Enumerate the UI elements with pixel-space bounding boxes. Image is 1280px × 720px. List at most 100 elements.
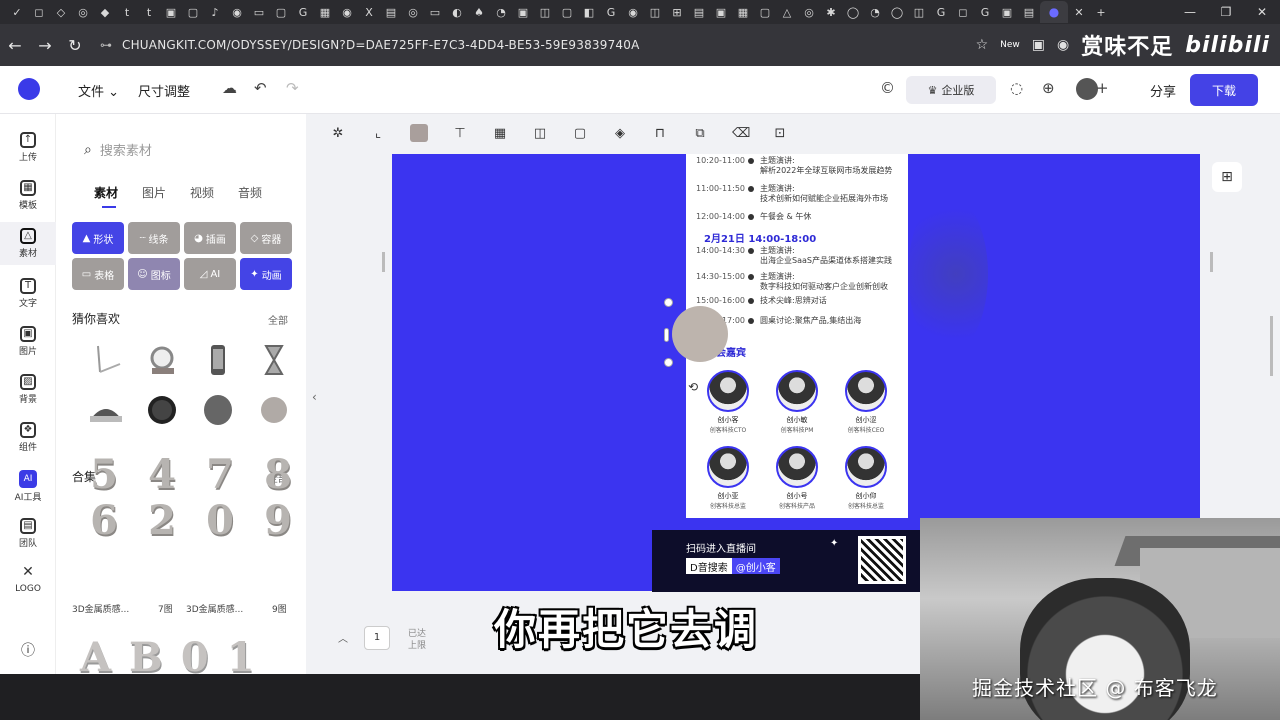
guest-card[interactable]: 创小亚 创客科技总监 (700, 446, 756, 510)
bookmark-star-icon[interactable]: ☆ (976, 37, 989, 53)
search-box[interactable]: ⌕ 搜索素材 (84, 140, 152, 160)
rail-item-logo[interactable]: ✕ LOGO (0, 565, 56, 594)
tab-favicon[interactable]: ◯ (842, 1, 864, 23)
thumb-item[interactable] (80, 336, 132, 384)
tab-favicon[interactable]: ◉ (226, 1, 248, 23)
resize-handle[interactable] (664, 328, 669, 342)
fill-color-swatch[interactable] (410, 124, 428, 142)
thumb-item[interactable] (192, 386, 244, 434)
tab-favicon[interactable]: ◯ (886, 1, 908, 23)
selected-circle-shape[interactable] (672, 306, 728, 362)
tab-favicon[interactable]: ◔ (864, 1, 886, 23)
profile-icon[interactable]: ◉ (1057, 37, 1069, 53)
tab-favicon[interactable]: G (600, 1, 622, 23)
resize-handle[interactable] (664, 298, 673, 307)
tab-favicon[interactable]: ◻ (952, 1, 974, 23)
user-avatar[interactable] (1076, 78, 1098, 100)
forward-icon[interactable]: → (30, 36, 60, 55)
tab-favicon[interactable]: ▣ (996, 1, 1018, 23)
tab-favicon[interactable]: ✓ (6, 1, 28, 23)
rail-item-background[interactable]: ▨ 背景 (0, 374, 56, 405)
tab-favicon[interactable]: ◎ (402, 1, 424, 23)
tab-favicon[interactable]: ◇ (50, 1, 72, 23)
page-number[interactable]: 1 (364, 626, 390, 650)
layer-icon[interactable]: ◈ (612, 126, 628, 141)
tab-images[interactable]: 图片 (142, 184, 166, 201)
tab-favicon[interactable]: G (930, 1, 952, 23)
minimize-icon[interactable]: — (1172, 5, 1208, 19)
tab-favicon[interactable]: ▢ (270, 1, 292, 23)
undo-icon[interactable]: ↶ (254, 79, 267, 97)
extension-icon[interactable]: New (1000, 40, 1020, 50)
tab-favicon[interactable]: ◻ (28, 1, 50, 23)
tab-favicon[interactable]: ▦ (314, 1, 336, 23)
tab-favicon[interactable]: △ (776, 1, 798, 23)
tab-favicon[interactable]: ▦ (732, 1, 754, 23)
rotate-handle-icon[interactable]: ⟲ (688, 380, 698, 394)
add-collaborator-icon[interactable]: + (1096, 79, 1109, 97)
tab-audio[interactable]: 音频 (238, 184, 262, 201)
category-icons[interactable]: ☺ 图标 (128, 258, 180, 290)
lock-icon[interactable]: ⊓ (652, 126, 668, 141)
active-tab[interactable]: ● (1040, 1, 1068, 23)
tab-favicon[interactable]: ▤ (688, 1, 710, 23)
site-info-icon[interactable]: ⊶ (100, 38, 112, 52)
guest-card[interactable]: 创小号 创客科技产品 (769, 446, 825, 510)
tab-favicon[interactable]: ◫ (644, 1, 666, 23)
thumb-item[interactable] (192, 336, 244, 384)
tab-favicon[interactable]: ⊞ (666, 1, 688, 23)
more-icon[interactable]: ⊡ (772, 126, 788, 141)
tab-materials[interactable]: 素材 (94, 184, 118, 208)
guess-more-link[interactable]: 全部 (268, 312, 288, 327)
new-tab-icon[interactable]: + (1090, 1, 1112, 23)
rail-item-components[interactable]: ❖ 组件 (0, 422, 56, 453)
tab-favicon[interactable]: t (138, 1, 160, 23)
add-page-button[interactable]: ⊞ (1212, 162, 1242, 192)
page-scrollbar[interactable] (1270, 316, 1273, 376)
close-tab-icon[interactable]: ✕ (1068, 1, 1090, 23)
tab-favicon[interactable]: ▭ (248, 1, 270, 23)
tab-favicon[interactable]: ▣ (512, 1, 534, 23)
thumb-item[interactable] (248, 386, 300, 434)
rail-item-ai-tools[interactable]: AI AI工具 (0, 470, 56, 503)
tab-favicon[interactable]: ▣ (160, 1, 182, 23)
app-logo-icon[interactable] (18, 78, 40, 100)
thumb-item[interactable] (80, 386, 132, 434)
rail-item-materials[interactable]: △ 素材 (0, 222, 56, 265)
resize-handle[interactable] (664, 358, 673, 367)
thumb-item[interactable] (136, 386, 188, 434)
feedback-icon[interactable]: ⊕ (1042, 79, 1055, 97)
rail-item-upload[interactable]: ↑ 上传 (0, 132, 56, 163)
tab-favicon[interactable]: ▢ (754, 1, 776, 23)
rail-item-text[interactable]: T 文字 (0, 278, 56, 309)
tab-favicon[interactable]: ◉ (336, 1, 358, 23)
crop-icon[interactable]: ⌞ (370, 126, 386, 141)
comment-icon[interactable]: ◌ (1010, 79, 1023, 97)
tab-favicon[interactable]: ▤ (380, 1, 402, 23)
download-button[interactable]: 下载 (1190, 74, 1258, 106)
category-illustration[interactable]: ◕ 插画 (184, 222, 236, 254)
tab-favicon[interactable]: ◧ (578, 1, 600, 23)
category-table[interactable]: ▭ 表格 (72, 258, 124, 290)
tab-favicon[interactable]: ◆ (94, 1, 116, 23)
tab-favicon[interactable]: G (292, 1, 314, 23)
resize-menu[interactable]: 尺寸调整 (138, 81, 190, 100)
close-window-icon[interactable]: ✕ (1244, 5, 1280, 19)
category-container[interactable]: ◇ 容器 (240, 222, 292, 254)
tab-favicon[interactable]: ✱ (820, 1, 842, 23)
transparency-icon[interactable]: ▦ (492, 126, 508, 141)
help-button[interactable]: ⓘ (0, 640, 56, 660)
share-button[interactable]: 分享 (1150, 81, 1176, 100)
guest-card[interactable]: 创小涩 创客科技CEO (838, 370, 894, 434)
file-menu[interactable]: 文件 ⌄ (78, 81, 119, 100)
category-animation[interactable]: ✦ 动画 (240, 258, 292, 290)
animate-icon[interactable]: ✲ (330, 126, 346, 141)
canvas-scroll-handle[interactable] (1210, 252, 1213, 272)
url-text[interactable]: CHUANGKIT.COM/ODYSSEY/DESIGN?D=DAE725FF-… (122, 38, 640, 52)
guest-card[interactable]: 创小敏 创客科技PM (769, 370, 825, 434)
duplicate-icon[interactable]: ⧉ (692, 126, 708, 141)
flip-icon[interactable]: ◫ (532, 126, 548, 141)
tab-favicon[interactable]: ▤ (1018, 1, 1040, 23)
tab-favicon[interactable]: ◫ (534, 1, 556, 23)
collapse-panel-icon[interactable]: ‹ (312, 390, 317, 404)
